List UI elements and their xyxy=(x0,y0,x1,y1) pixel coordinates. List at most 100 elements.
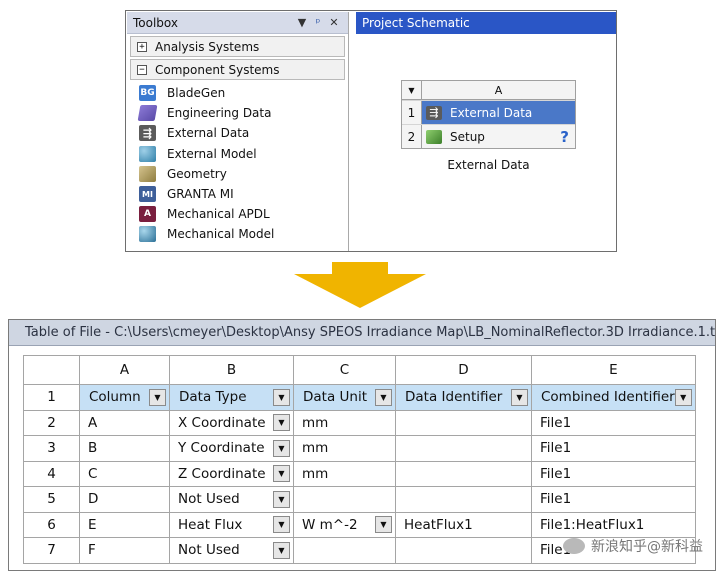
cell-data-identifier[interactable] xyxy=(395,537,532,564)
filter-dropdown-icon[interactable]: ▼ xyxy=(375,388,392,406)
system-block-external-data[interactable]: ▼ A 1 ⇶ External Data 2 Setup ? xyxy=(401,80,576,149)
data-type-dropdown-icon[interactable]: ▼ xyxy=(273,541,290,559)
cell-data-unit[interactable]: W m^-2 ▼ xyxy=(293,511,396,538)
data-type-dropdown-icon[interactable]: ▼ xyxy=(273,465,290,483)
cell-data-identifier[interactable]: HeatFlux1 xyxy=(395,511,532,538)
data-type-value: X Coordinate xyxy=(178,414,266,431)
cell-data-identifier[interactable] xyxy=(395,409,532,436)
header-data-identifier[interactable]: Data Identifier ▼ xyxy=(395,384,532,411)
component-mechanical-apdl[interactable]: A Mechanical APDL xyxy=(127,204,348,224)
header-column[interactable]: Column ▼ xyxy=(79,384,170,411)
collapse-icon[interactable]: − xyxy=(137,64,147,75)
table-of-file-grid: A B C D E 1 Column ▼ Data Type ▼ Data Unit… xyxy=(23,355,696,564)
system-cell-external-data[interactable]: 1 ⇶ External Data xyxy=(402,100,575,124)
data-type-value: Not Used xyxy=(178,542,240,559)
data-unit-dropdown-icon[interactable]: ▼ xyxy=(375,516,392,534)
cell-data-type[interactable]: Not Used ▼ xyxy=(169,537,294,564)
cell-data-type[interactable]: Y Coordinate ▼ xyxy=(169,435,294,462)
cell-data-identifier[interactable] xyxy=(395,435,532,462)
cell-data-type[interactable]: Z Coordinate ▼ xyxy=(169,460,294,487)
component-label: External Model xyxy=(167,146,257,161)
cell-column: D xyxy=(79,486,170,513)
toolbox-panel: Toolbox ▼ ᵖ ✕ + Analysis Systems − Compo… xyxy=(127,12,349,251)
header-label: Data Unit xyxy=(303,389,368,406)
external-data-icon: ⇶ xyxy=(426,105,442,120)
header-label: Combined Identifier xyxy=(541,389,675,406)
data-type-dropdown-icon[interactable]: ▼ xyxy=(273,439,290,457)
cell-data-unit[interactable] xyxy=(293,486,396,513)
component-bladegen[interactable]: BG BladeGen xyxy=(127,83,348,103)
bladegen-icon: BG xyxy=(139,85,156,102)
header-data-unit[interactable]: Data Unit ▼ xyxy=(293,384,396,411)
row-number: 1 xyxy=(23,384,80,411)
filter-dropdown-icon[interactable]: ▼ xyxy=(511,388,528,406)
filter-dropdown-icon[interactable]: ▼ xyxy=(273,388,290,406)
filter-dropdown-icon[interactable]: ▼ xyxy=(149,388,166,406)
header-data-type[interactable]: Data Type ▼ xyxy=(169,384,294,411)
filter-dropdown-icon[interactable]: ▼ xyxy=(674,388,692,406)
cell-data-identifier[interactable] xyxy=(395,460,532,487)
cell-data-type[interactable]: X Coordinate ▼ xyxy=(169,409,294,436)
cell-column: C xyxy=(79,460,170,487)
table-row: 6 E Heat Flux ▼ W m^-2 ▼ HeatFlux1 File1:H… xyxy=(23,511,696,538)
table-row: 2 A X Coordinate ▼ mm File1 xyxy=(23,409,696,436)
header-combined-identifier[interactable]: Combined Identifier ▼ xyxy=(531,384,696,411)
external-model-icon xyxy=(139,145,156,162)
component-label: Mechanical Model xyxy=(167,227,275,242)
wechat-logo-icon xyxy=(563,538,585,554)
data-type-dropdown-icon[interactable]: ▼ xyxy=(273,414,290,432)
table-row: 3 B Y Coordinate ▼ mm File1 xyxy=(23,435,696,462)
table-of-file-title: Table of File - C:\Users\cmeyer\Desktop\… xyxy=(9,320,715,346)
expand-icon[interactable]: + xyxy=(137,41,147,52)
data-type-value: Heat Flux xyxy=(178,516,243,533)
cell-combined-identifier: File1 xyxy=(531,409,696,436)
cell-data-unit[interactable]: mm xyxy=(293,409,396,436)
col-letter: D xyxy=(395,355,532,385)
watermark: 新浪知乎@新科益 xyxy=(563,536,703,556)
status-unfulfilled-icon: ? xyxy=(560,127,569,146)
system-menu-dropdown[interactable]: ▼ xyxy=(402,81,422,99)
data-type-dropdown-icon[interactable]: ▼ xyxy=(273,490,290,508)
row-number: 4 xyxy=(23,460,80,487)
mechanical-apdl-icon: A xyxy=(139,206,156,223)
table-row: 4 C Z Coordinate ▼ mm File1 xyxy=(23,460,696,487)
group-analysis-systems[interactable]: + Analysis Systems xyxy=(130,36,345,57)
cell-data-unit[interactable]: mm xyxy=(293,460,396,487)
chevron-down-icon[interactable]: ▼ xyxy=(294,16,310,29)
cell-data-identifier[interactable] xyxy=(395,486,532,513)
component-label: Engineering Data xyxy=(167,106,272,121)
header-label: Data Type xyxy=(179,389,247,406)
cell-combined-identifier: File1 xyxy=(531,435,696,462)
setup-icon xyxy=(426,129,442,144)
toolbox-title: Toolbox xyxy=(133,15,178,30)
watermark-text: 新浪知乎@新科益 xyxy=(591,539,703,555)
pin-icon[interactable]: ᵖ xyxy=(310,16,326,29)
cell-column: A xyxy=(79,409,170,436)
component-label: GRANTA MI xyxy=(167,187,234,202)
header-row: 1 Column ▼ Data Type ▼ Data Unit ▼ Data Ide… xyxy=(23,384,696,411)
corner-cell xyxy=(23,355,80,385)
component-granta-mi[interactable]: MI GRANTA MI xyxy=(127,184,348,204)
cell-data-type[interactable]: Not Used ▼ xyxy=(169,486,294,513)
component-mechanical-model[interactable]: Mechanical Model xyxy=(127,224,348,244)
data-type-dropdown-icon[interactable]: ▼ xyxy=(273,516,290,534)
component-external-model[interactable]: External Model xyxy=(127,144,348,164)
component-engineering-data[interactable]: Engineering Data xyxy=(127,103,348,123)
system-cell-setup[interactable]: 2 Setup ? xyxy=(402,124,575,148)
cell-data-unit[interactable] xyxy=(293,537,396,564)
cell-data-type[interactable]: Heat Flux ▼ xyxy=(169,511,294,538)
granta-mi-icon: MI xyxy=(139,186,156,203)
cell-number: 1 xyxy=(402,101,422,124)
toolbox-titlebar: Toolbox ▼ ᵖ ✕ xyxy=(127,12,348,34)
component-geometry[interactable]: Geometry xyxy=(127,164,348,184)
system-caption[interactable]: External Data xyxy=(401,158,576,172)
row-number: 3 xyxy=(23,435,80,462)
engineering-data-icon xyxy=(137,105,158,122)
component-external-data[interactable]: ⇶ External Data xyxy=(127,123,348,143)
close-icon[interactable]: ✕ xyxy=(326,16,342,29)
cell-data-unit[interactable]: mm xyxy=(293,435,396,462)
row-number: 7 xyxy=(23,537,80,564)
group-component-systems[interactable]: − Component Systems xyxy=(130,59,345,80)
data-type-value: Z Coordinate xyxy=(178,465,266,482)
table-of-file-panel: Table of File - C:\Users\cmeyer\Desktop\… xyxy=(8,319,716,571)
